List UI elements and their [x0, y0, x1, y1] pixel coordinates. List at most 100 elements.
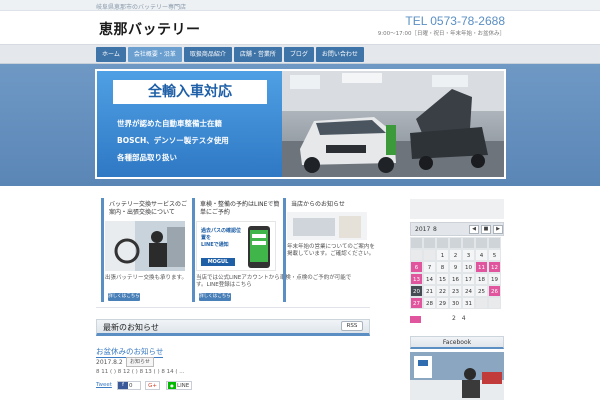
calendar-day[interactable]: 25	[475, 285, 488, 297]
calendar-day[interactable]: 28	[423, 297, 436, 309]
facebook-widget-image[interactable]	[410, 352, 504, 400]
card-title[interactable]: 車検・整備の予約はLINEで簡単にご予約	[200, 201, 280, 217]
calendar-weekday-head	[488, 237, 501, 249]
tweet-button[interactable]: Tweet	[96, 381, 112, 390]
facebook-widget-header: Facebook	[410, 336, 504, 349]
calendar-day[interactable]: 2	[449, 249, 462, 261]
calendar-day[interactable]: 9	[449, 261, 462, 273]
calendar-day[interactable]: 18	[475, 273, 488, 285]
card-desc: 年末年始の営業についてのご案内を掲載しています。ご確認ください。	[287, 244, 375, 257]
facebook-icon: f	[118, 382, 128, 389]
facebook-count: 0	[129, 383, 133, 389]
calendar-day[interactable]: 26	[488, 285, 501, 297]
calendar-day[interactable]: 22	[436, 285, 449, 297]
calendar-day[interactable]: 17	[462, 273, 475, 285]
divider	[96, 307, 370, 308]
nav-item-contact[interactable]: お問い合わせ	[315, 47, 364, 62]
calendar-legend-swatch	[410, 316, 421, 323]
card-battery[interactable]: バッテリー交換サービスのご案内・出張交換について 出張バッテリー交換も承ります。…	[101, 198, 187, 302]
facebook-cover-photo	[410, 352, 504, 400]
card-line[interactable]: 車検・整備の予約はLINEで簡単にご予約 過去パスの確認位置を LINEで通知 …	[192, 198, 351, 302]
line-promo-text: 過去パスの確認位置を LINEで通知	[201, 228, 242, 248]
business-hours: 9:00～17:00［日曜・祝日・年末年始・お盆休み］	[377, 31, 505, 37]
nav-item-home[interactable]: ホーム	[96, 47, 126, 62]
calendar-day[interactable]: 19	[488, 273, 501, 285]
calendar-weekday-head	[449, 237, 462, 249]
googleplus-button[interactable]: G+	[145, 381, 160, 390]
card-thumb-photo	[105, 221, 185, 271]
nav-item-products[interactable]: 取扱商品紹介	[183, 47, 232, 62]
hero-line-1: 世界が認めた自動車整備士在籍	[117, 119, 222, 128]
calendar-day[interactable]: 11	[475, 261, 488, 273]
calendar-day[interactable]: 16	[449, 273, 462, 285]
calendar-day[interactable]: 3	[462, 249, 475, 261]
garage-photo-art	[282, 71, 504, 177]
calendar-day[interactable]: 14	[423, 273, 436, 285]
line-share-button[interactable]: ● LINE	[166, 381, 192, 390]
line-icon: ●	[168, 382, 176, 389]
card-title[interactable]: 当店からのお知らせ	[291, 201, 371, 209]
card-news[interactable]: 当店からのお知らせ 年末年始の営業についてのご案内を掲載しています。ご確認くださ…	[283, 198, 375, 302]
garage-photo	[282, 71, 504, 177]
calendar-next-icon[interactable]: ▶	[493, 225, 503, 234]
hero-line-3: 各種部品取り扱い	[117, 153, 177, 162]
calendar-day[interactable]: 4	[475, 249, 488, 261]
calendar-widget: 2017 8 ◀ ■ ▶ 1 2 3 4 5 6 7 8 9 10 11 12 13 14 15 16 17 18…	[410, 222, 504, 312]
card-title[interactable]: バッテリー交換サービスのご案内・出張交換について	[109, 201, 189, 217]
calendar-day[interactable]: 31	[462, 297, 475, 309]
nav-item-stores[interactable]: 店舗・営業所	[233, 47, 282, 62]
rss-button[interactable]: RSS	[341, 321, 363, 331]
hero-banner[interactable]: 全輸入車対応 世界が認めた自動車整備士在籍 BOSCH、デンソー製テスタ使用 各…	[95, 69, 506, 179]
calendar-prev-icon[interactable]: ◀	[469, 225, 479, 234]
nav-item-blog[interactable]: ブログ	[283, 47, 314, 62]
calendar-empty-cell	[410, 249, 423, 261]
nav-band: ホーム 会社概要・沿革 取扱商品紹介 店舗・営業所 ブログ お問い合わせ	[0, 44, 600, 64]
calendar-weekday-head	[475, 237, 488, 249]
calendar-day[interactable]: 15	[436, 273, 449, 285]
post-excerpt: 8 11 ( ) 8 12 ( ) 8 13 ( ) 8 14 ( ...	[96, 369, 185, 375]
card-more-button[interactable]: 詳しくはこちら	[108, 293, 140, 301]
calendar-empty-cell	[475, 297, 488, 309]
main-nav: ホーム 会社概要・沿革 取扱商品紹介 店舗・営業所 ブログ お問い合わせ	[96, 47, 364, 62]
calendar-day[interactable]: 21	[423, 285, 436, 297]
widget-title: Facebook	[442, 339, 472, 346]
facebook-share-button[interactable]: f0	[117, 381, 141, 390]
calendar-day[interactable]: 8	[436, 261, 449, 273]
card-more-button[interactable]: 詳しくはこちら	[199, 293, 231, 301]
calendar-day[interactable]: 5	[488, 249, 501, 261]
calendar-day[interactable]: 29	[436, 297, 449, 309]
calendar-grid: 1 2 3 4 5 6 7 8 9 10 11 12 13 14 15 16 17 18 19 20 21 22 23 24 2…	[410, 237, 501, 309]
calendar-day[interactable]: 23	[449, 285, 462, 297]
card-thumb-line: 過去パスの確認位置を LINEで通知 MOGUL	[196, 221, 276, 271]
post-category-tag[interactable]: お知らせ	[126, 357, 154, 367]
sidebar-top-strip	[410, 199, 504, 219]
hero-line-2: BOSCH、デンソー製テスタ使用	[117, 136, 229, 145]
calendar-day[interactable]: 20	[410, 285, 423, 297]
calendar-day[interactable]: 13	[410, 273, 423, 285]
calendar-weekday-head	[436, 237, 449, 249]
site-logo[interactable]: 恵那バッテリー	[99, 19, 201, 39]
calendar-day[interactable]: 7	[423, 261, 436, 273]
laptop-photo	[287, 212, 367, 240]
calendar-today-icon[interactable]: ■	[481, 225, 491, 234]
hero-text-panel: 全輸入車対応 世界が認めた自動車整備士在籍 BOSCH、デンソー製テスタ使用 各…	[97, 71, 282, 177]
nav-item-company[interactable]: 会社概要・沿革	[127, 47, 182, 62]
calendar-weekday-head	[423, 237, 436, 249]
calendar-empty-cell	[423, 249, 436, 261]
phone-number[interactable]: TEL 0573-78-2688	[405, 14, 505, 28]
calendar-header: 2017 8 ◀ ■ ▶	[410, 222, 504, 236]
calendar-day[interactable]: 27	[410, 297, 423, 309]
smartphone-icon	[248, 226, 270, 268]
post-date: 2017.8.2	[96, 359, 123, 366]
calendar-day[interactable]: 10	[462, 261, 475, 273]
calendar-day[interactable]: 1	[436, 249, 449, 261]
site-header: 恵那バッテリー TEL 0573-78-2688 9:00～17:00［日曜・祝…	[0, 11, 600, 44]
calendar-day[interactable]: 6	[410, 261, 423, 273]
calendar-day[interactable]: 30	[449, 297, 462, 309]
calendar-day[interactable]: 24	[462, 285, 475, 297]
calendar-weekday-head	[410, 237, 423, 249]
calendar-weekday-head	[462, 237, 475, 249]
calendar-legend: 2 4	[452, 315, 468, 322]
calendar-day[interactable]: 12	[488, 261, 501, 273]
calendar-year: 2017	[415, 226, 431, 233]
